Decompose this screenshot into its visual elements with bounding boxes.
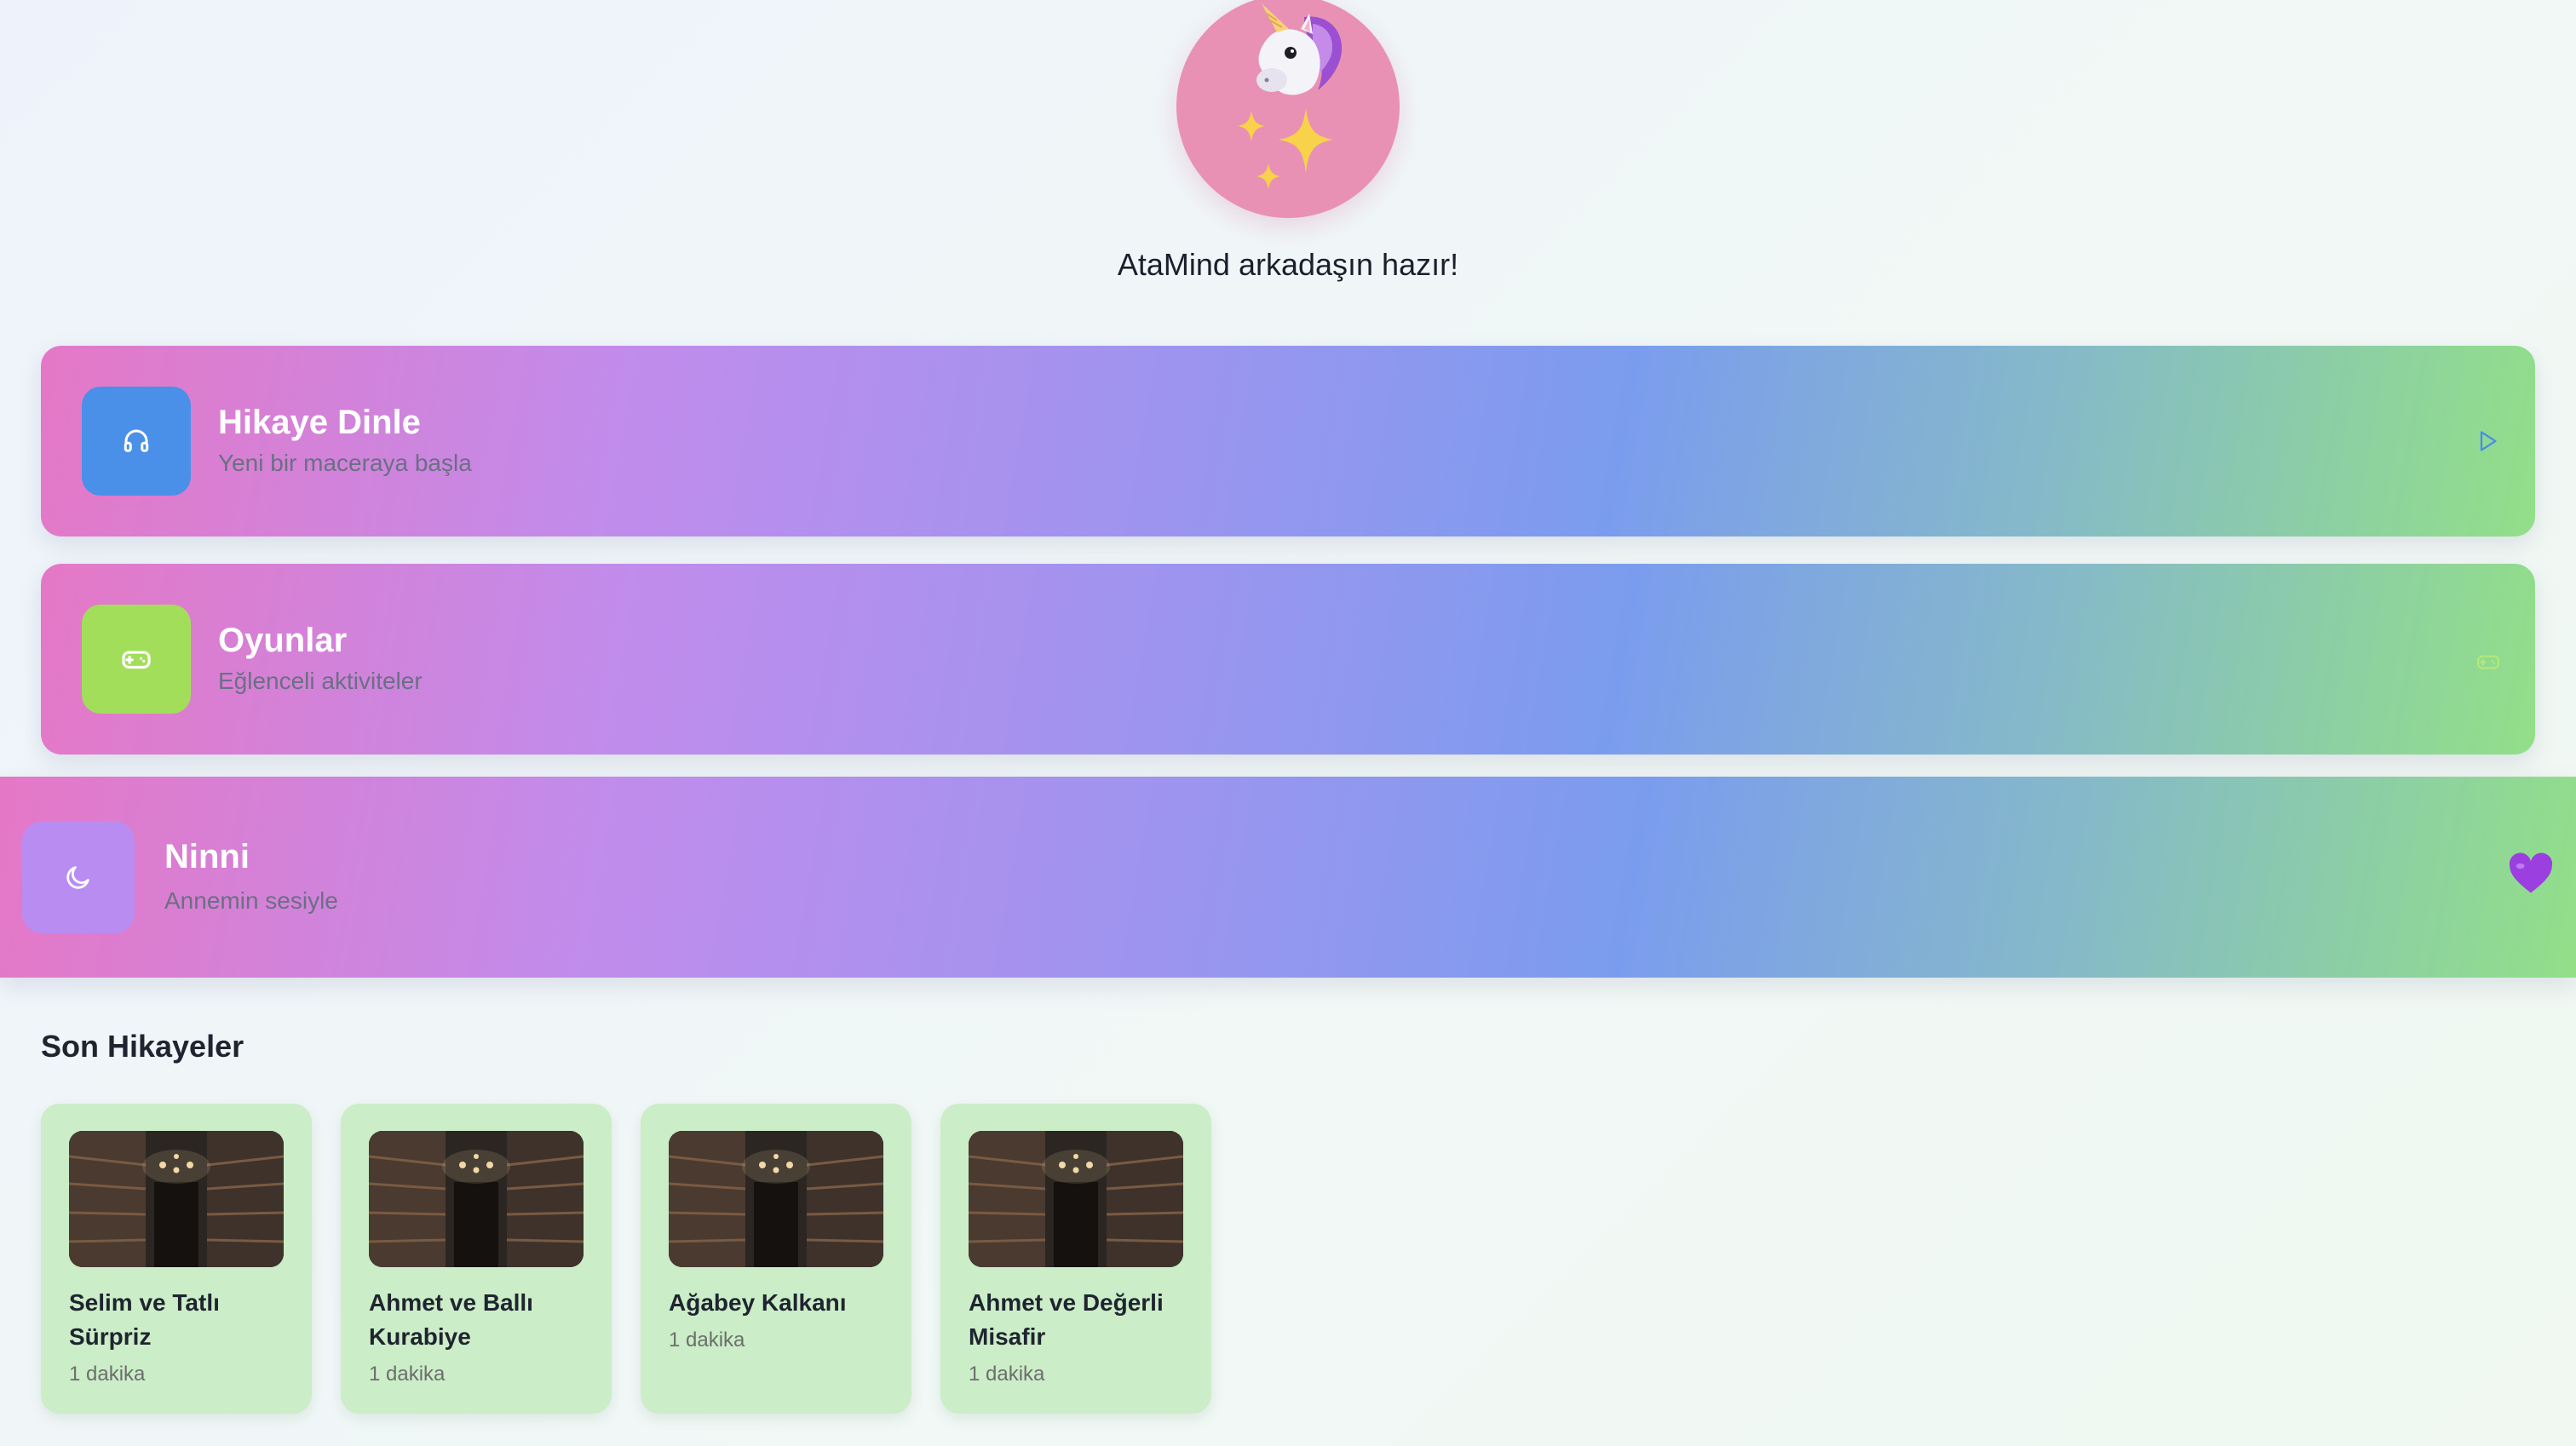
library-thumbnail (969, 1131, 1183, 1267)
story-card[interactable]: Selim ve Tatlı Sürpriz 1 dakika (41, 1104, 312, 1414)
purple-heart-icon (2509, 852, 2553, 893)
gamepad-icon-box (82, 605, 191, 714)
games-card[interactable]: Oyunlar Eğlenceli aktiviteler (41, 564, 2535, 755)
story-title: Ahmet ve Ballı Kurabiye (369, 1289, 533, 1350)
headphones-icon (124, 429, 149, 452)
library-thumbnail (369, 1131, 584, 1267)
story-card[interactable]: Ahmet ve Ballı Kurabiye 1 dakika (341, 1104, 612, 1414)
card-title: Hikaye Dinle (218, 404, 421, 441)
moon-icon-box (22, 821, 135, 933)
headphones-icon-box (82, 387, 191, 496)
card-title: Ninni (164, 838, 250, 875)
card-subtitle: Eğlenceli aktiviteler (218, 668, 423, 694)
card-subtitle: Yeni bir maceraya başla (218, 450, 472, 476)
lullaby-card[interactable]: Ninni Annemin sesiyle (0, 777, 2576, 978)
story-duration: 1 dakika (369, 1363, 446, 1386)
story-title: Ahmet ve Değerli Misafir (969, 1289, 1164, 1350)
moon-icon (66, 866, 89, 889)
story-title: Selim ve Tatlı Sürpriz (69, 1289, 220, 1350)
listen-story-card[interactable]: Hikaye Dinle Yeni bir maceraya başla (41, 346, 2535, 537)
gamepad-icon (2477, 655, 2499, 669)
story-card[interactable]: Ağabey Kalkanı 1 dakika (641, 1104, 911, 1414)
story-duration: 1 dakika (669, 1328, 745, 1351)
unicorn-icon (1238, 3, 1343, 189)
greeting-text: AtaMind arkadaşın hazır! (1117, 247, 1459, 282)
avatar[interactable] (1176, 0, 1400, 218)
play-icon (2480, 431, 2497, 451)
story-duration: 1 dakika (969, 1363, 1045, 1386)
library-thumbnail (69, 1131, 284, 1267)
card-subtitle: Annemin sesiyle (164, 887, 338, 914)
story-title: Ağabey Kalkanı (669, 1289, 847, 1316)
story-card[interactable]: Ahmet ve Değerli Misafir 1 dakika (940, 1104, 1211, 1414)
story-duration: 1 dakika (69, 1363, 146, 1386)
recent-stories-title: Son Hikayeler (41, 1029, 244, 1064)
card-title: Oyunlar (218, 622, 348, 659)
library-thumbnail (669, 1131, 883, 1267)
gamepad-icon (122, 651, 151, 669)
